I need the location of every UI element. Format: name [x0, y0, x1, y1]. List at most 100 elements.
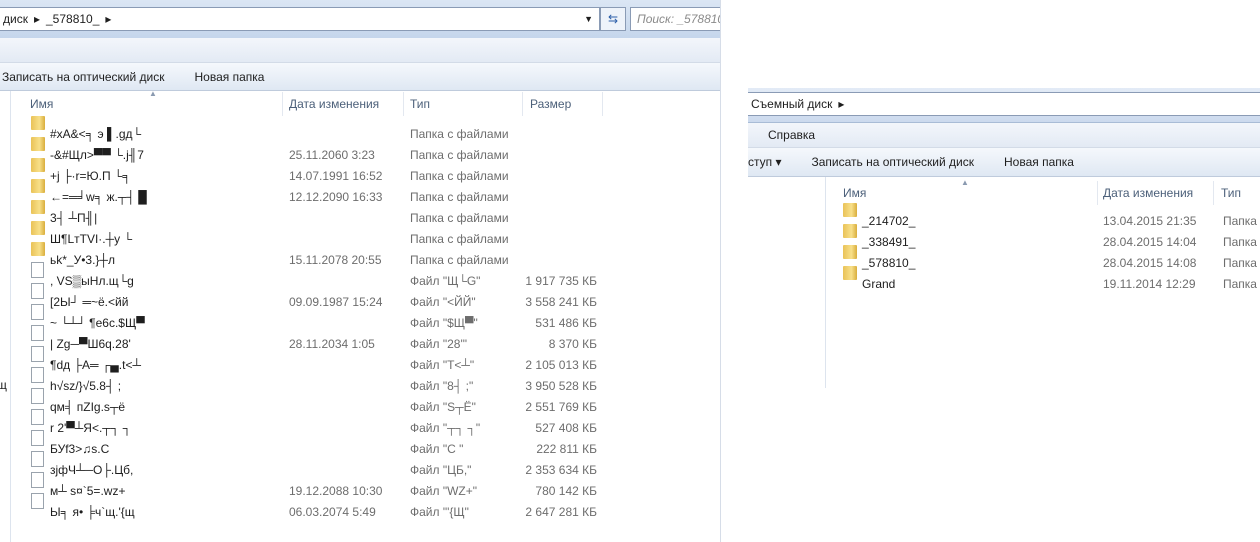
file-row[interactable]: qм╡ пZIg.s┬ё Файл "S┬Ё" 2 551 769 КБ [11, 388, 711, 417]
address-bar-area: Съемный диск ▸ [748, 88, 1260, 123]
file-row[interactable]: Ш¶LтTVI·.┼y └ Папка с файлами [11, 221, 711, 249]
folder-icon [31, 179, 45, 193]
menu-help[interactable]: Справка [768, 128, 815, 142]
folder-row[interactable]: Grand 19.11.2014 12:29 Папка [826, 266, 1260, 294]
file-date: 25.11.2060 3:23 [289, 147, 375, 162]
file-type: Папка с файлами [410, 126, 509, 141]
address-bar[interactable]: диск ▸ _578810_ ▸ ▼ [0, 7, 600, 31]
file-row[interactable]: h√sz/}√5.8┤ ; Файл "8┤ ;" 3 950 528 КБ [11, 367, 711, 396]
breadcrumb-item[interactable]: Съемный диск [751, 97, 832, 111]
file-row[interactable]: ~ └┴┘ ¶е6с.$Щ▀ Файл "$Щ▀" 531 486 КБ [11, 304, 711, 333]
file-row[interactable]: Ы╕ я• ╞ч`щ.'{щ 06.03.2074 5:49 Файл "'{Щ… [11, 493, 711, 522]
address-bar[interactable]: Съемный диск ▸ [748, 92, 1260, 116]
dropdown-arrow-icon[interactable]: ▼ [584, 14, 593, 24]
breadcrumb-item[interactable]: _578810_ [46, 12, 99, 26]
folder-name: _578810_ [862, 255, 916, 270]
folder-icon [843, 224, 857, 238]
file-type: Папка с файлами [410, 252, 509, 267]
file-type: Папка с файлами [410, 168, 509, 183]
chevron-right-icon[interactable]: ▸ [105, 12, 111, 26]
file-row[interactable]: м┴ s¤`5=.wz+ 19.12.2088 10:30 Файл "WZ+"… [11, 472, 711, 501]
file-name: -&#Щл>▀▀ └.j╢7 [50, 147, 144, 162]
file-type: Файл "'{Щ" [410, 504, 469, 519]
refresh-icon[interactable]: ⇆ [600, 7, 626, 31]
file-size: 3 950 528 КБ [525, 378, 597, 393]
file-date: 28.11.2034 1:05 [289, 336, 375, 351]
nav-pane[interactable]: щ [0, 91, 11, 542]
folder-type: Папка [1223, 276, 1257, 291]
folder-date: 13.04.2015 21:35 [1103, 213, 1197, 228]
file-type: Папка с файлами [410, 189, 509, 204]
file-row[interactable]: | Zg─▀Ш6q.28' 28.11.2034 1:05 Файл "28'"… [11, 325, 711, 354]
column-type[interactable]: Тип [410, 97, 430, 111]
file-type: Файл "C " [410, 441, 464, 456]
folder-name: Grand [862, 276, 896, 291]
column-type[interactable]: Тип [1221, 186, 1241, 200]
chevron-right-icon[interactable]: ▸ [34, 12, 40, 26]
file-size: 531 486 КБ [535, 315, 597, 330]
folder-icon [31, 137, 45, 151]
file-type: Файл "<ЙЙ" [410, 294, 476, 309]
file-name: ~ └┴┘ ¶е6с.$Щ▀ [50, 315, 145, 330]
burn-button[interactable]: Записать на оптический диск [812, 155, 975, 169]
column-date[interactable]: Дата изменения [1103, 186, 1193, 200]
file-type: Папка с файлами [410, 210, 509, 225]
file-size: 2 551 769 КБ [525, 399, 597, 414]
menu-bar: Справка [748, 123, 1260, 148]
explorer-window-left: диск ▸ _578810_ ▸ ▼ ⇆ Поиск: _578810_ Запи… [0, 0, 721, 542]
nav-item-fragment[interactable]: щ [0, 378, 7, 392]
search-input[interactable]: Поиск: _578810_ [630, 7, 720, 31]
folder-name: _338491_ [862, 234, 916, 249]
file-row[interactable]: +j ├·r=Ю.П └╕ 14.07.1991 16:52 Папка с ф… [11, 158, 711, 186]
file-row[interactable]: БУf3>♫s.C Файл "C " 222 811 КБ [11, 430, 711, 459]
file-size: 2 105 013 КБ [525, 357, 597, 372]
file-name: м┴ s¤`5=.wz+ [50, 483, 126, 498]
address-bar-area: диск ▸ _578810_ ▸ ▼ ⇆ Поиск: _578810_ [0, 0, 720, 39]
file-size: 3 558 241 КБ [525, 294, 597, 309]
file-row[interactable]: [2Ы┘ ═~ё.<йй 09.09.1987 15:24 Файл "<ЙЙ"… [11, 283, 711, 312]
file-name: БУf3>♫s.C [50, 441, 110, 456]
file-type: Файл "ЦБ," [410, 462, 472, 477]
column-size[interactable]: Размер [530, 97, 571, 111]
folder-type: Папка [1223, 255, 1257, 270]
file-icon [31, 430, 44, 446]
file-date: 14.07.1991 16:52 [289, 168, 383, 183]
folder-date: 19.11.2014 12:29 [1103, 276, 1196, 291]
folder-row[interactable]: _338491_ 28.04.2015 14:04 Папка [826, 224, 1260, 252]
new-folder-button[interactable]: Новая папка [195, 70, 265, 84]
file-type: Файл "┬┐ ┐" [410, 420, 481, 435]
file-row[interactable]: 3┤ ┴П╢| Папка с файлами [11, 200, 711, 228]
file-row[interactable]: зjфЧ┴─О├.Цб, Файл "ЦБ," 2 353 634 КБ [11, 451, 711, 480]
file-row[interactable]: ьk*_У•3.}┼л 15.11.2078 20:55 Папка с фай… [11, 242, 711, 270]
file-row[interactable]: ←=═╛w╕ ж.┬┤ █ 12.12.2090 16:33 Папка с ф… [11, 179, 711, 207]
new-folder-button[interactable]: Новая папка [1004, 155, 1074, 169]
chevron-right-icon[interactable]: ▸ [838, 97, 844, 111]
folder-icon [843, 203, 857, 217]
file-type: Файл "Щ└G" [410, 273, 481, 288]
file-row[interactable]: ¶dд ├A═ ┌▄.t<┴ Файл "T<┴" 2 105 013 КБ [11, 346, 711, 375]
column-header: Имя ▲ Дата изменения Тип Размер [11, 89, 720, 116]
folder-type: Папка [1223, 213, 1257, 228]
nav-pane[interactable] [748, 177, 826, 388]
burn-button[interactable]: Записать на оптический диск [2, 70, 165, 84]
file-type: Файл "T<┴" [410, 357, 475, 372]
file-size: 2 353 634 КБ [525, 462, 597, 477]
column-name[interactable]: Имя [843, 186, 866, 200]
file-size: 222 811 КБ [536, 441, 597, 456]
column-date[interactable]: Дата изменения [289, 97, 379, 111]
file-row[interactable]: -&#Щл>▀▀ └.j╢7 25.11.2060 3:23 Папка с ф… [11, 137, 711, 165]
file-row[interactable]: , VS▒ыНл.щ└g Файл "Щ└G" 1 917 735 КБ [11, 262, 711, 291]
breadcrumb-item[interactable]: диск [3, 12, 28, 26]
file-row[interactable]: r 2'▀┴Я<.┬┐ ┐ Файл "┬┐ ┐" 527 408 КБ [11, 409, 711, 438]
sort-arrow-icon: ▲ [961, 178, 969, 187]
folder-row[interactable]: _214702_ 13.04.2015 21:35 Папка [826, 203, 1260, 231]
file-size: 2 647 281 КБ [525, 504, 597, 519]
folder-row[interactable]: _578810_ 28.04.2015 14:08 Папка [826, 245, 1260, 273]
file-size: 780 142 КБ [535, 483, 597, 498]
share-button[interactable]: ступ ▾ [748, 155, 782, 169]
file-name: +j ├·r=Ю.П └╕ [50, 168, 131, 183]
file-type: Файл "WZ+" [410, 483, 478, 498]
file-name: h√sz/}√5.8┤ ; [50, 378, 122, 393]
file-row[interactable]: #хА&<╕ э ▌.gд└ Папка с файлами [11, 116, 711, 144]
column-name[interactable]: Имя [30, 97, 53, 111]
